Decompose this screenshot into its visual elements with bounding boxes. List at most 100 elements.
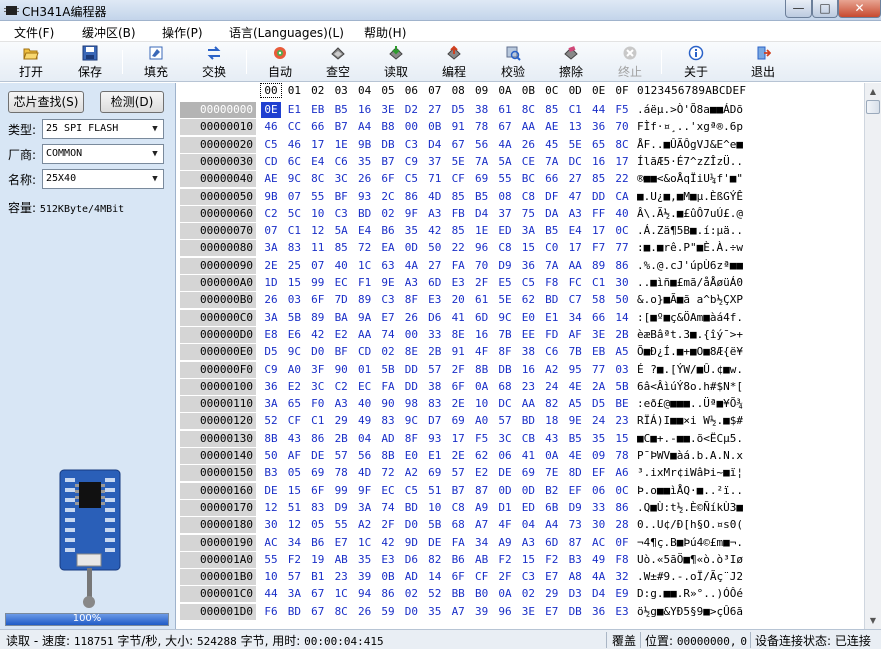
hex-byte[interactable]: EB [308, 102, 328, 118]
hex-byte[interactable]: 2C [378, 189, 398, 205]
hex-byte[interactable]: 3C [331, 171, 351, 187]
hex-byte[interactable]: 17 [448, 431, 468, 447]
hex-byte[interactable]: 5B [612, 379, 632, 395]
hex-byte[interactable]: 82 [425, 552, 445, 568]
hex-byte[interactable]: B2 [542, 483, 562, 499]
hex-byte[interactable]: 10 [308, 206, 328, 222]
hex-byte[interactable]: 12 [284, 517, 304, 533]
hex-byte[interactable]: 56 [355, 448, 375, 464]
hex-byte[interactable]: 51 [425, 483, 445, 499]
hex-byte[interactable]: 35 [425, 604, 445, 620]
hex-row-ascii[interactable]: Â\.Ã½.■£ûÔ7uÚ£.@ [637, 206, 743, 222]
hex-byte[interactable]: BE [612, 396, 632, 412]
type-select[interactable]: 25 SPI FLASH ▼ [42, 119, 164, 139]
hex-byte[interactable]: 40 [355, 396, 375, 412]
hex-byte[interactable]: AC [589, 535, 609, 551]
hex-byte[interactable]: 36 [589, 119, 609, 135]
hex-byte[interactable]: C1 [308, 413, 328, 429]
hex-byte[interactable]: 57 [331, 448, 351, 464]
hex-byte[interactable]: AA [565, 258, 585, 274]
hex-byte[interactable]: D0 [308, 344, 328, 360]
hex-byte[interactable]: 06 [495, 448, 515, 464]
hex-byte[interactable]: 1E [472, 223, 492, 239]
hex-row-ascii[interactable]: :■.■rê.P"■È.À.÷w [637, 240, 743, 256]
hex-byte[interactable]: B3 [261, 465, 281, 481]
hex-byte[interactable]: C1 [565, 102, 585, 118]
hex-byte[interactable]: 34 [284, 535, 304, 551]
hex-byte[interactable]: DB [565, 604, 585, 620]
hex-byte[interactable]: F2 [495, 552, 515, 568]
hex-byte[interactable]: 5A [331, 223, 351, 239]
hex-byte[interactable]: 8C [518, 102, 538, 118]
hex-byte[interactable]: AA [355, 327, 375, 343]
hex-row-ascii[interactable]: .%.@.cJ'úpÙ6zª■■ [637, 258, 743, 274]
hex-byte[interactable]: 04 [518, 517, 538, 533]
hex-byte[interactable]: C1 [589, 275, 609, 291]
hex-byte[interactable]: 55 [261, 552, 281, 568]
hex-byte[interactable]: 63 [378, 258, 398, 274]
hex-byte[interactable]: A8 [565, 569, 585, 585]
hex-byte[interactable]: B6 [378, 223, 398, 239]
hex-byte[interactable]: 91 [448, 344, 468, 360]
hex-byte[interactable]: 85 [448, 223, 468, 239]
hex-byte[interactable]: 04 [355, 431, 375, 447]
hex-byte[interactable]: 27 [565, 171, 585, 187]
vendor-select[interactable]: COMMON ▼ [42, 144, 164, 164]
hex-byte[interactable]: 52 [261, 413, 281, 429]
hex-row-ascii[interactable]: RÏÁ)I■■×i W½.■$# [637, 413, 743, 429]
hex-byte[interactable]: 18 [542, 413, 562, 429]
hex-byte[interactable]: 00 [401, 327, 421, 343]
hex-byte[interactable]: 26 [355, 171, 375, 187]
hex-byte[interactable]: 8C [308, 171, 328, 187]
hex-byte[interactable]: 4F [472, 344, 492, 360]
hex-byte[interactable]: A4 [355, 119, 375, 135]
hex-byte[interactable]: 03 [612, 362, 632, 378]
menu-help[interactable]: 帮助(H) [364, 24, 406, 41]
hex-byte[interactable]: D5 [589, 396, 609, 412]
hex-byte[interactable]: E7 [378, 310, 398, 326]
hex-byte[interactable]: 36 [261, 379, 281, 395]
hex-byte[interactable]: DD [589, 189, 609, 205]
hex-byte[interactable]: 46 [261, 119, 281, 135]
hex-byte[interactable]: 9C [284, 344, 304, 360]
hex-byte[interactable]: BA [331, 310, 351, 326]
hex-byte[interactable]: A9 [472, 500, 492, 516]
hex-byte[interactable]: 20 [448, 292, 468, 308]
hex-byte[interactable]: AD [401, 569, 421, 585]
hex-byte[interactable]: 0E [261, 102, 281, 118]
hex-byte[interactable]: 8F [495, 344, 515, 360]
fill-button[interactable]: 填充 [128, 44, 184, 80]
hex-byte[interactable]: D6 [401, 552, 421, 568]
hex-byte[interactable]: 5A [495, 154, 515, 170]
hex-byte[interactable]: 93 [355, 189, 375, 205]
hex-byte[interactable]: 69 [425, 465, 445, 481]
hex-byte[interactable]: 33 [425, 327, 445, 343]
hex-byte[interactable]: AE [542, 119, 562, 135]
hex-byte[interactable]: A3 [518, 535, 538, 551]
hex-byte[interactable]: F5 [472, 431, 492, 447]
hex-byte[interactable]: 55 [331, 517, 351, 533]
hex-byte[interactable]: 16 [589, 154, 609, 170]
hex-byte[interactable]: 5E [495, 292, 515, 308]
hex-byte[interactable]: AA [518, 119, 538, 135]
hex-row-ascii[interactable]: ■C■+.-■■.õ<ËCµ5. [637, 431, 743, 447]
hex-byte[interactable]: 0C [612, 223, 632, 239]
hex-byte[interactable]: FB [448, 206, 468, 222]
hex-byte[interactable]: E0 [518, 310, 538, 326]
hex-row-ascii[interactable]: ³.ixMr¢iWâÞi~■ï¦ [637, 465, 743, 481]
hex-byte[interactable]: 3E [589, 327, 609, 343]
find-chip-button[interactable]: 芯片查找(S) [8, 91, 84, 113]
hex-byte[interactable]: 57 [425, 362, 445, 378]
hex-byte[interactable]: 5C [284, 206, 304, 222]
hex-byte[interactable]: 6B [542, 500, 562, 516]
hex-byte[interactable]: 46 [284, 137, 304, 153]
hex-byte[interactable]: BD [284, 604, 304, 620]
hex-byte[interactable]: 62 [472, 448, 492, 464]
hex-byte[interactable]: 38 [425, 379, 445, 395]
hex-byte[interactable]: 10 [425, 500, 445, 516]
hex-byte[interactable]: B3 [565, 552, 585, 568]
hex-byte[interactable]: 02 [378, 206, 398, 222]
hex-byte[interactable]: AE [261, 171, 281, 187]
menu-file[interactable]: 文件(F) [14, 24, 54, 41]
hex-byte[interactable]: 70 [472, 258, 492, 274]
